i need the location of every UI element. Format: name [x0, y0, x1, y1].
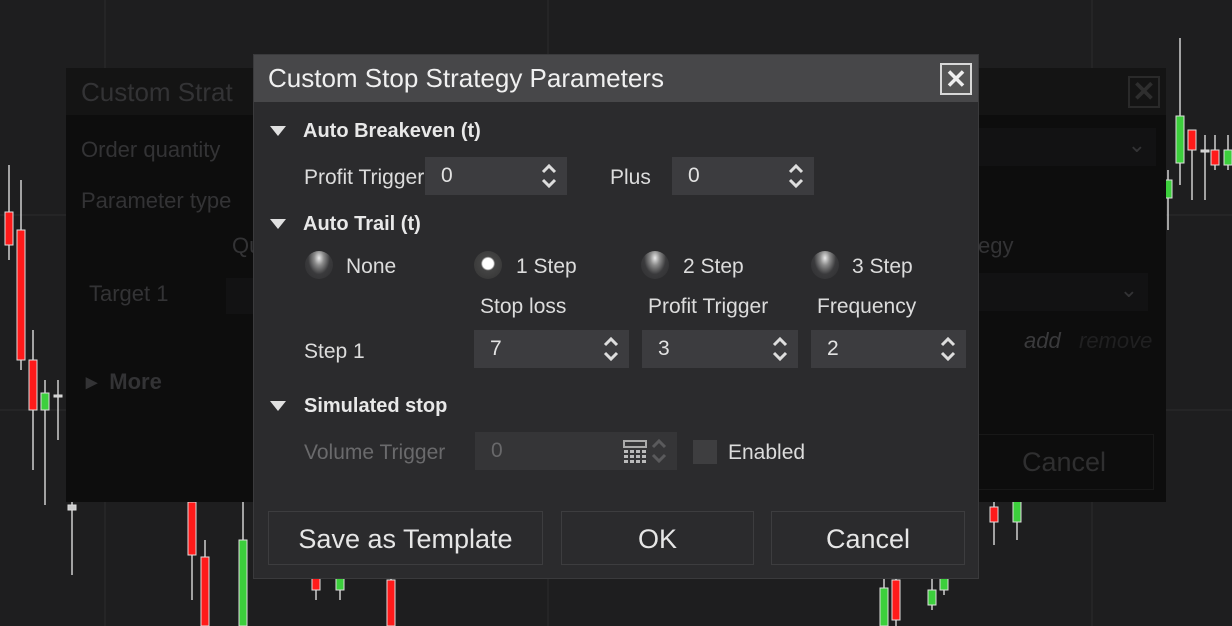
step-1-label: Step 1 [304, 340, 365, 363]
profit-trigger-label: Profit Trigger [304, 166, 425, 189]
cancel-button[interactable]: Cancel [771, 511, 965, 565]
candle-body [1175, 115, 1185, 164]
candle-body [53, 394, 63, 398]
stepper-arrows-icon[interactable] [603, 335, 619, 363]
candle-body [200, 556, 210, 626]
collapse-triangle-icon[interactable] [270, 219, 286, 229]
chevron-down-icon: ⌄ [1119, 277, 1138, 302]
profit-trigger-step-value: 3 [658, 337, 670, 360]
stop-loss-column-header: Stop loss [480, 295, 567, 318]
background-cancel-button: Cancel [974, 434, 1154, 490]
candle-body [989, 506, 999, 523]
candle-body [1012, 499, 1022, 523]
dialog-title: Custom Stop Strategy Parameters [268, 63, 664, 93]
target-1-label: Target 1 [89, 281, 169, 306]
more-toggle: ▸ More [86, 369, 162, 395]
candle-body [4, 211, 14, 246]
add-link: add [1024, 328, 1061, 353]
profit-trigger-column-header: Profit Trigger [648, 295, 769, 318]
simulated-stop-header[interactable]: Simulated stop [304, 395, 447, 418]
background-close-icon: ✕ [1128, 76, 1160, 108]
frequency-value: 2 [827, 337, 839, 360]
candle-body [16, 229, 26, 361]
candle-body [1223, 149, 1232, 166]
collapse-triangle-icon[interactable] [270, 401, 286, 411]
enabled-checkbox[interactable] [693, 440, 717, 464]
plus-stepper[interactable]: 0 [672, 157, 814, 195]
profit-trigger-value: 0 [441, 164, 453, 187]
volume-trigger-value: 0 [491, 439, 503, 462]
volume-trigger-label: Volume Trigger [304, 441, 446, 464]
enabled-label[interactable]: Enabled [728, 441, 805, 465]
plus-value: 0 [688, 164, 700, 187]
radio-3-step[interactable] [811, 251, 839, 279]
profit-trigger-stepper[interactable]: 0 [425, 157, 567, 195]
candle-body [1187, 129, 1197, 151]
stop-loss-stepper[interactable]: 7 [474, 330, 629, 368]
chevron-down-icon: ⌄ [1127, 132, 1146, 157]
candle-body [1200, 149, 1210, 153]
auto-trail-header[interactable]: Auto Trail (t) [303, 213, 421, 236]
frequency-column-header: Frequency [817, 295, 917, 318]
radio-none-label[interactable]: None [346, 255, 396, 279]
candle-body [1210, 149, 1220, 166]
radio-1-step-label[interactable]: 1 Step [516, 255, 577, 279]
candle-body [939, 577, 949, 591]
candle-body [238, 539, 248, 626]
radio-2-step-label[interactable]: 2 Step [683, 255, 744, 279]
candle-body [28, 359, 38, 411]
order-quantity-label: Order quantity [81, 137, 221, 162]
stop-loss-value: 7 [490, 337, 502, 360]
radio-3-step-label[interactable]: 3 Step [852, 255, 913, 279]
collapse-triangle-icon[interactable] [270, 126, 286, 136]
radio-1-step[interactable] [474, 251, 502, 279]
save-as-template-button[interactable]: Save as Template [268, 511, 543, 565]
volume-trigger-stepper: 0 [475, 432, 677, 470]
frequency-stepper[interactable]: 2 [811, 330, 966, 368]
candle-body [879, 587, 889, 626]
order-quantity-select: ⌄ [978, 128, 1156, 166]
profit-trigger-step-stepper[interactable]: 3 [642, 330, 798, 368]
candle-body [40, 392, 50, 411]
stepper-arrows-icon[interactable] [940, 335, 956, 363]
target-quantity-field [226, 278, 256, 314]
calculator-icon [623, 440, 647, 463]
auto-breakeven-header[interactable]: Auto Breakeven (t) [303, 120, 481, 143]
stepper-arrows-icon[interactable] [788, 162, 804, 190]
remove-link: remove [1079, 328, 1153, 353]
radio-none[interactable] [305, 251, 333, 279]
background-dialog-title: Custom Strat [81, 77, 233, 107]
expand-triangle-icon: ▸ [86, 369, 110, 394]
stepper-arrows-icon[interactable] [772, 335, 788, 363]
candle-body [386, 579, 396, 626]
ok-button[interactable]: OK [561, 511, 754, 565]
candle-body [67, 504, 77, 511]
close-icon[interactable]: ✕ [940, 63, 972, 95]
custom-stop-strategy-dialog: Custom Stop Strategy Parameters ✕ Auto B… [254, 55, 978, 578]
strategy-select: ⌄ [978, 273, 1148, 311]
parameter-type-label: Parameter type [81, 188, 232, 213]
candle-body [187, 501, 197, 556]
strategy-label-partial: egy [978, 233, 1014, 258]
candle-body [927, 589, 937, 606]
plus-label: Plus [610, 166, 651, 189]
radio-2-step[interactable] [641, 251, 669, 279]
stepper-arrows-icon[interactable] [541, 162, 557, 190]
more-label: More [109, 369, 162, 394]
stepper-arrows-icon [651, 438, 667, 464]
candle-body [891, 579, 901, 621]
